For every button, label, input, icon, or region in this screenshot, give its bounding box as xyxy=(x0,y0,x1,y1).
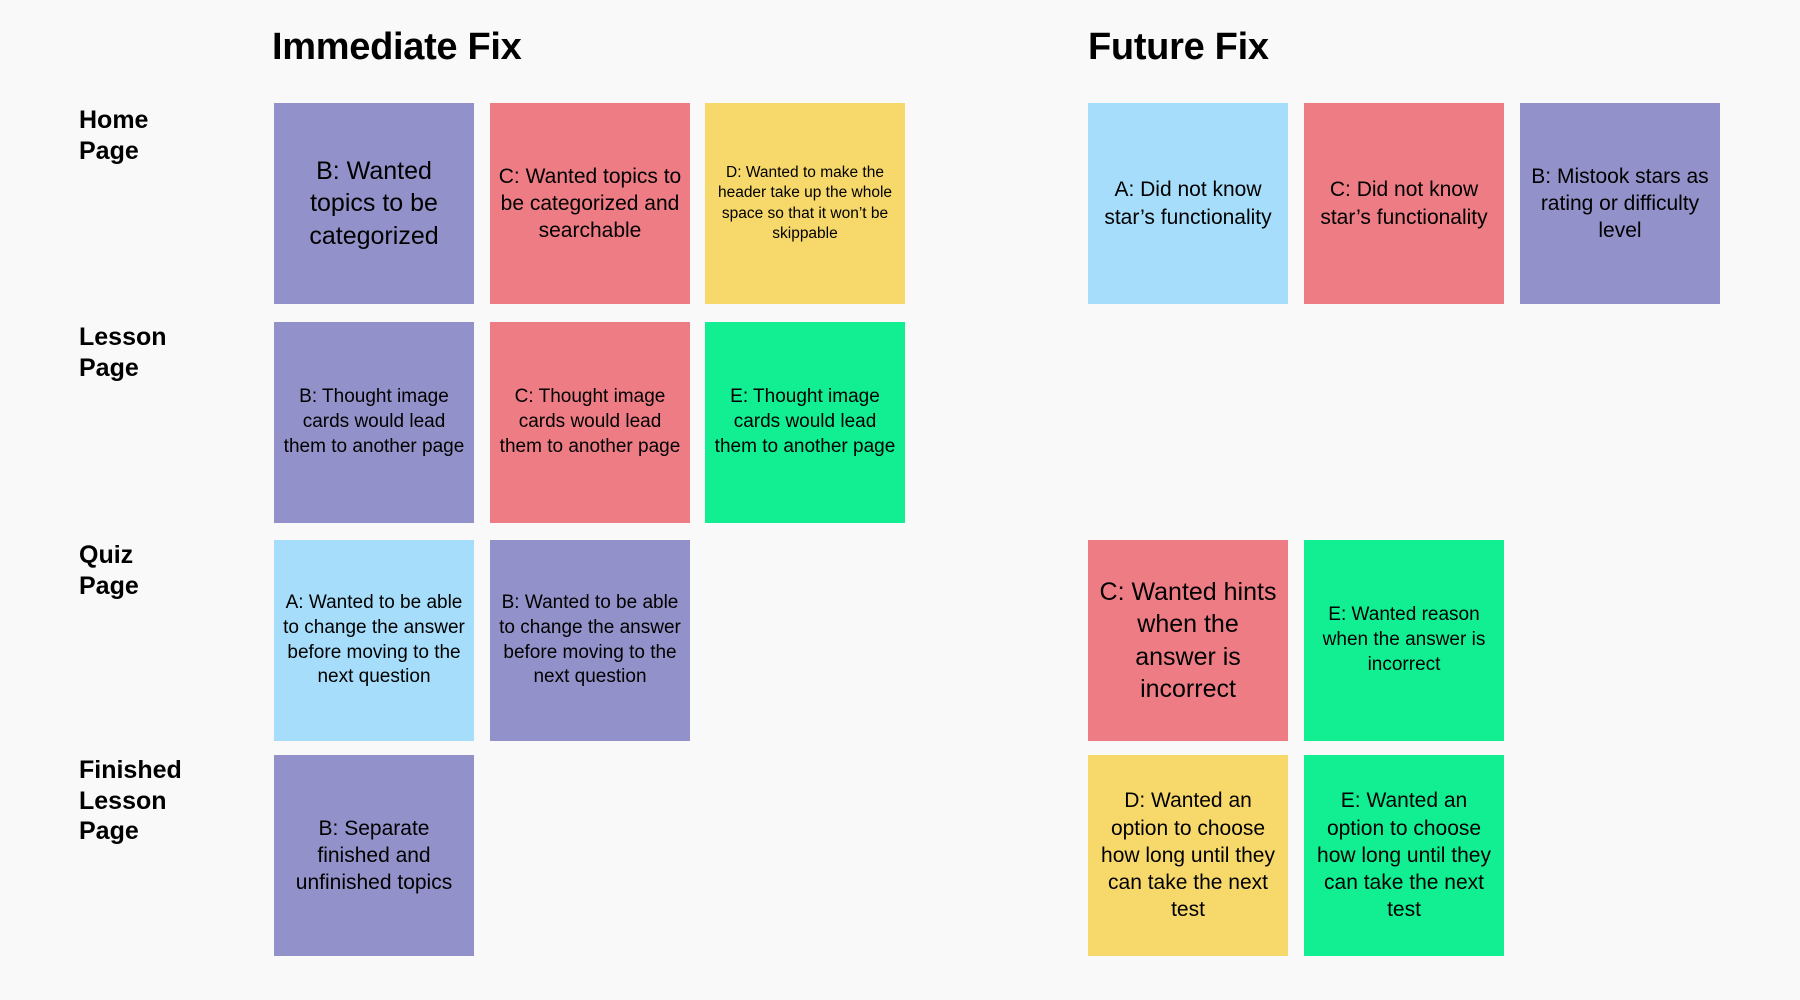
sticky-note-home-future-1[interactable]: A: Did not know star’s functionality xyxy=(1088,103,1288,304)
sticky-note-text: D: Wanted to make the header take up the… xyxy=(717,164,893,242)
sticky-note-lesson-immediate-2[interactable]: C: Thought image cards would lead them t… xyxy=(490,322,690,523)
sticky-note-text: B: Wanted to be able to change the answe… xyxy=(499,592,681,688)
sticky-note-text: B: Thought image cards would lead them t… xyxy=(283,386,465,457)
sticky-note-text: C: Wanted topics to be categorized and s… xyxy=(498,164,682,243)
sticky-note-text: E: Wanted reason when the answer is inco… xyxy=(1322,604,1486,675)
sticky-note-lesson-immediate-3[interactable]: E: Thought image cards would lead them t… xyxy=(705,322,905,523)
sticky-note-text: C: Did not know star’s functionality xyxy=(1320,178,1488,229)
sticky-note-home-future-2[interactable]: C: Did not know star’s functionality xyxy=(1304,103,1504,304)
sticky-note-text: A: Wanted to be able to change the answe… xyxy=(283,592,465,688)
sticky-note-text: A: Did not know star’s functionality xyxy=(1104,178,1272,229)
sticky-note-quiz-immediate-2[interactable]: B: Wanted to be able to change the answe… xyxy=(490,540,690,741)
sticky-note-quiz-immediate-1[interactable]: A: Wanted to be able to change the answe… xyxy=(274,540,474,741)
sticky-note-home-immediate-3[interactable]: D: Wanted to make the header take up the… xyxy=(705,103,905,304)
sticky-note-text: B: Wanted topics to be categorized xyxy=(309,156,439,250)
row-label-quiz-page: Quiz Page xyxy=(79,541,139,600)
sticky-note-text: C: Thought image cards would lead them t… xyxy=(499,386,681,457)
row-label-finished-lesson-page: Finished Lesson Page xyxy=(79,756,182,845)
sticky-note-home-immediate-1[interactable]: B: Wanted topics to be categorized xyxy=(274,103,474,304)
sticky-note-text: B: Mistook stars as rating or difficulty… xyxy=(1531,164,1709,243)
sticky-note-text: E: Wanted an option to choose how long u… xyxy=(1317,789,1491,922)
sticky-note-text: B: Separate finished and unfinished topi… xyxy=(295,816,453,895)
column-header-immediate-fix: Immediate Fix xyxy=(272,26,522,68)
sticky-note-finished-future-2[interactable]: E: Wanted an option to choose how long u… xyxy=(1304,755,1504,956)
sticky-note-home-immediate-2[interactable]: C: Wanted topics to be categorized and s… xyxy=(490,103,690,304)
sticky-note-finished-immediate-1[interactable]: B: Separate finished and unfinished topi… xyxy=(274,755,474,956)
sticky-note-finished-future-1[interactable]: D: Wanted an option to choose how long u… xyxy=(1088,755,1288,956)
sticky-note-text: C: Wanted hints when the answer is incor… xyxy=(1099,577,1277,704)
sticky-note-text: D: Wanted an option to choose how long u… xyxy=(1101,789,1275,922)
sticky-note-quiz-future-1[interactable]: C: Wanted hints when the answer is incor… xyxy=(1088,540,1288,741)
row-label-lesson-page: Lesson Page xyxy=(79,323,167,382)
affinity-map-board: Immediate Fix Future Fix Home Page Lesson… xyxy=(0,0,1800,1000)
sticky-note-quiz-future-2[interactable]: E: Wanted reason when the answer is inco… xyxy=(1304,540,1504,741)
column-header-future-fix: Future Fix xyxy=(1088,26,1269,68)
row-label-home-page: Home Page xyxy=(79,106,149,165)
sticky-note-home-future-3[interactable]: B: Mistook stars as rating or difficulty… xyxy=(1520,103,1720,304)
sticky-note-lesson-immediate-1[interactable]: B: Thought image cards would lead them t… xyxy=(274,322,474,523)
sticky-note-text: E: Thought image cards would lead them t… xyxy=(714,386,896,457)
